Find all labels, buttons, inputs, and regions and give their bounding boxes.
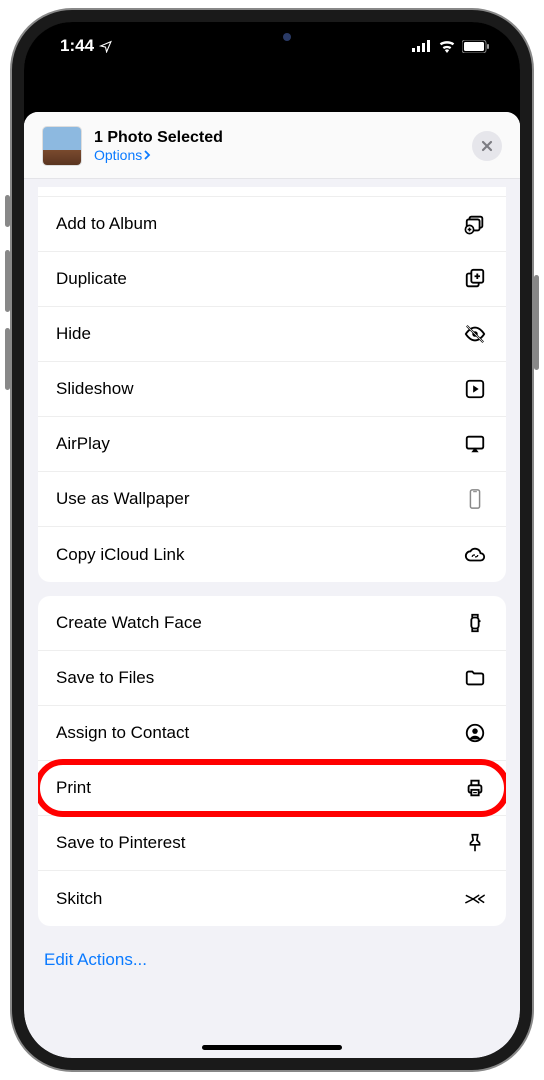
photo-thumbnail[interactable] [42,126,82,166]
row-label: Print [56,778,91,798]
airplay-icon [462,433,488,455]
hide-row[interactable]: Hide [38,307,506,362]
sheet-title: 1 Photo Selected [94,129,472,147]
row-label: Add to Album [56,214,157,234]
print-row[interactable]: Print [38,761,506,816]
printer-icon [462,777,488,799]
row-label: AirPlay [56,434,110,454]
status-right [412,40,490,53]
skitch-row[interactable]: Skitch [38,871,506,926]
phone-frame: 1:44 1 Photo Selected Options [12,10,532,1070]
duplicate-row[interactable]: Duplicate [38,252,506,307]
actions-list: Add to Album Duplicate Hide Slideshow AirPla… [24,179,520,1058]
chevron-right-icon [144,150,151,160]
contact-icon [462,722,488,744]
play-icon [462,378,488,400]
close-icon [481,140,493,152]
mute-switch [5,195,10,227]
slideshow-row[interactable]: Slideshow [38,362,506,417]
row-label: Use as Wallpaper [56,489,190,509]
add-to-album-row[interactable]: Add to Album [38,197,506,252]
pinterest-row[interactable]: Save to Pinterest [38,816,506,871]
screen: 1:44 1 Photo Selected Options [24,22,520,1058]
status-left: 1:44 [60,36,112,56]
airplay-row[interactable]: AirPlay [38,417,506,472]
volume-down [5,328,10,390]
header-text: 1 Photo Selected Options [94,129,472,163]
wifi-icon [438,40,456,53]
row-label: Save to Files [56,668,154,688]
save-files-row[interactable]: Save to Files [38,651,506,706]
share-sheet: 1 Photo Selected Options Add to Album Dup… [24,112,520,1058]
sheet-header: 1 Photo Selected Options [24,112,520,179]
wallpaper-row[interactable]: Use as Wallpaper [38,472,506,527]
folder-icon [462,667,488,689]
row-label: Assign to Contact [56,723,189,743]
cellular-icon [412,40,432,52]
notch [167,22,377,52]
row-label: Duplicate [56,269,127,289]
action-group: Add to Album Duplicate Hide Slideshow AirPla… [38,187,506,582]
battery-icon [462,40,490,53]
row-label: Save to Pinterest [56,833,185,853]
home-indicator[interactable] [202,1045,342,1050]
watch-icon [462,612,488,634]
row-label: Slideshow [56,379,134,399]
row-label: Create Watch Face [56,613,202,633]
row-label: Copy iCloud Link [56,545,185,565]
power-button [534,275,539,370]
location-icon [99,40,112,53]
options-link[interactable]: Options [94,147,472,163]
action-group: Create Watch Face Save to Files Assign to … [38,596,506,926]
volume-up [5,250,10,312]
cloud-link-icon [462,544,488,566]
highlight-ring [38,759,506,817]
status-time: 1:44 [60,36,94,56]
options-label: Options [94,147,142,163]
skitch-icon [462,888,488,910]
icloud-link-row[interactable]: Copy iCloud Link [38,527,506,582]
partial-row [38,187,506,197]
edit-actions-link[interactable]: Edit Actions... [38,940,506,994]
eye-off-icon [462,323,488,345]
watch-face-row[interactable]: Create Watch Face [38,596,506,651]
close-button[interactable] [472,131,502,161]
row-label: Skitch [56,889,102,909]
phone-icon [462,488,488,510]
assign-contact-row[interactable]: Assign to Contact [38,706,506,761]
pin-icon [462,832,488,854]
duplicate-icon [462,268,488,290]
album-add-icon [462,213,488,235]
row-label: Hide [56,324,91,344]
